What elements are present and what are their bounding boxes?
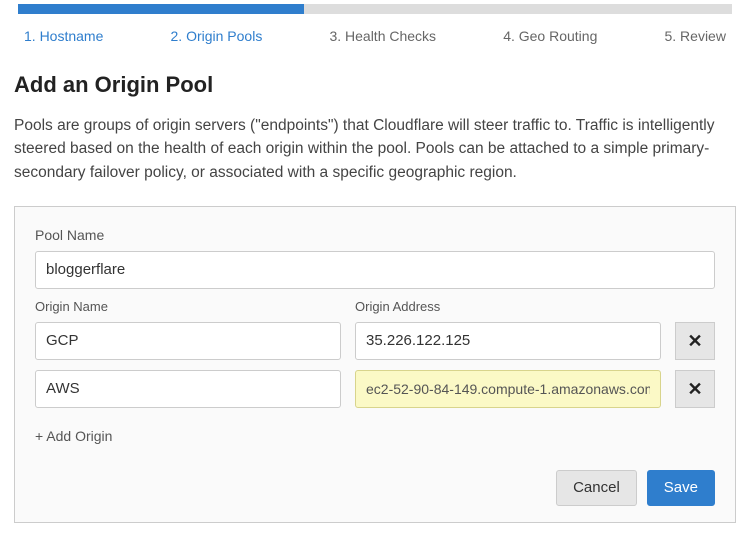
- origin-name-input[interactable]: [35, 322, 341, 360]
- origin-row: ✕: [35, 322, 715, 360]
- wizard-step-5[interactable]: 5. Review: [664, 28, 725, 44]
- cancel-button[interactable]: Cancel: [556, 470, 637, 506]
- page-description: Pools are groups of origin servers ("end…: [14, 114, 736, 184]
- remove-origin-button[interactable]: ✕: [675, 322, 715, 360]
- wizard-step-2[interactable]: 2. Origin Pools: [171, 28, 263, 44]
- wizard-steps: 1. Hostname 2. Origin Pools 3. Health Chec…: [18, 28, 732, 44]
- origin-name-label: Origin Name: [35, 299, 341, 314]
- origin-address-input[interactable]: [355, 322, 661, 360]
- page-title: Add an Origin Pool: [14, 72, 736, 98]
- pool-form: Pool Name Origin Name Origin Address ✕✕ …: [14, 206, 736, 523]
- origin-address-input[interactable]: [355, 370, 661, 408]
- origin-name-input[interactable]: [35, 370, 341, 408]
- origin-row: ✕: [35, 370, 715, 408]
- origin-address-label: Origin Address: [355, 299, 661, 314]
- add-origin-link[interactable]: + Add Origin: [35, 428, 112, 444]
- save-button[interactable]: Save: [647, 470, 715, 506]
- remove-origin-button[interactable]: ✕: [675, 370, 715, 408]
- wizard-step-4[interactable]: 4. Geo Routing: [503, 28, 597, 44]
- wizard-step-3[interactable]: 3. Health Checks: [329, 28, 436, 44]
- origin-rows: ✕✕: [35, 322, 715, 408]
- wizard-progress: 1. Hostname 2. Origin Pools 3. Health Chec…: [0, 0, 750, 44]
- wizard-step-1[interactable]: 1. Hostname: [24, 28, 103, 44]
- progress-fill: [18, 4, 304, 14]
- progress-bar: [18, 4, 732, 14]
- pool-name-input[interactable]: [35, 251, 715, 289]
- pool-name-label: Pool Name: [35, 227, 715, 243]
